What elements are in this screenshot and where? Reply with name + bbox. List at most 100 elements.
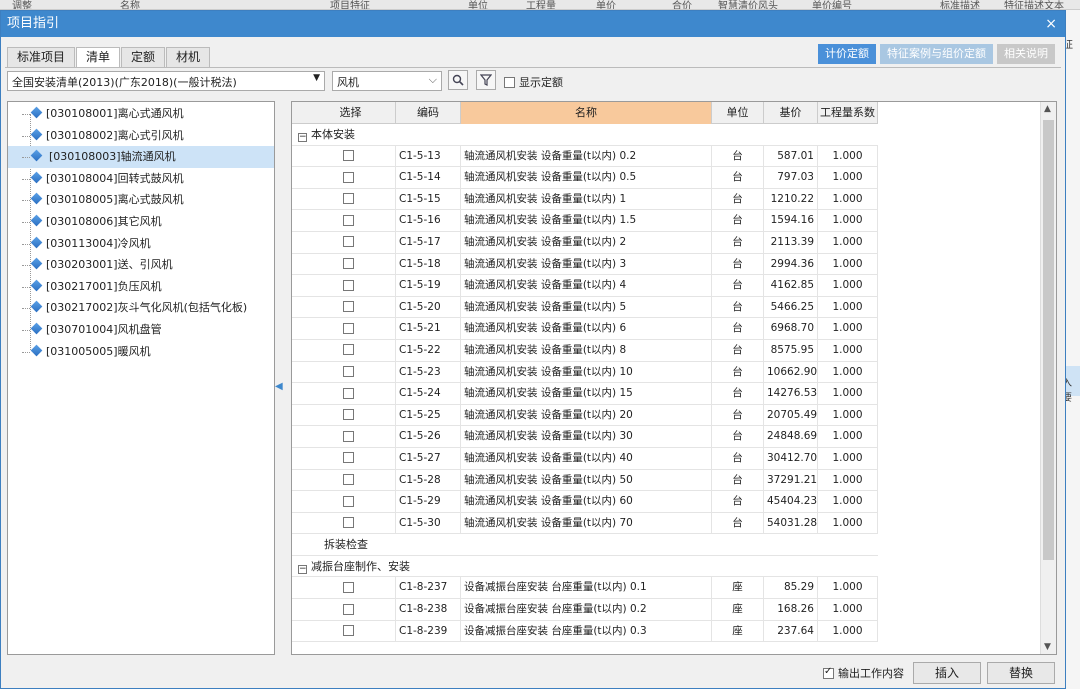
scroll-down-icon[interactable]: ▼ (1044, 642, 1051, 652)
row-checkbox[interactable] (343, 214, 354, 226)
grid-header-code[interactable]: 编码 (396, 102, 461, 124)
tree-item[interactable]: [030108002]离心式引风机 (8, 125, 274, 147)
show-quota-label: 显示定额 (519, 76, 563, 89)
row-spacer (292, 491, 306, 512)
grid-header-unit[interactable]: 单位 (712, 102, 764, 124)
row-checkbox[interactable] (343, 193, 354, 205)
grid-row[interactable]: C1-5-13 轴流通风机安装 设备重量(t以内) 0.2 台 587.01 1.000 (292, 145, 878, 168)
grid-header-select[interactable]: 选择 (306, 102, 396, 124)
tab-bill[interactable]: 清单 (76, 47, 121, 68)
row-checkbox[interactable] (343, 409, 354, 421)
grid-row[interactable]: C1-5-26 轴流通风机安装 设备重量(t以内) 30 台 24848.69 1.00… (292, 426, 878, 448)
row-checkbox[interactable] (343, 387, 354, 399)
pricing-quota-button[interactable]: 计价定额 (818, 44, 876, 64)
row-checkbox[interactable] (343, 258, 354, 270)
scroll-up-icon[interactable]: ▲ (1044, 104, 1051, 114)
library-select-value: 全国安装清单(2013)(广东2018)(一般计税法) (12, 76, 237, 89)
checkbox-box[interactable] (823, 666, 834, 679)
grid-row[interactable]: C1-5-29 轴流通风机安装 设备重量(t以内) 60 台 45404.23 1.00… (292, 491, 878, 513)
checkbox-box[interactable] (504, 76, 515, 88)
row-code: C1-5-22 (396, 339, 461, 361)
row-checkbox[interactable] (343, 236, 354, 248)
row-checkbox[interactable] (343, 452, 354, 464)
grid-header-name[interactable]: 名称 (461, 102, 712, 124)
grid-row[interactable]: C1-5-17 轴流通风机安装 设备重量(t以内) 2 台 2113.39 1.000 (292, 231, 878, 254)
tree-item[interactable]: [030113004]冷风机 (8, 233, 274, 255)
row-checkbox[interactable] (343, 581, 354, 593)
row-checkbox[interactable] (343, 171, 354, 183)
tab-quota[interactable]: 定额 (121, 47, 166, 67)
row-select-cell (306, 447, 396, 469)
library-select[interactable]: 全国安装清单(2013)(广东2018)(一般计税法) ▼ (7, 71, 325, 91)
grid-row[interactable]: C1-5-23 轴流通风机安装 设备重量(t以内) 10 台 10662.90 1.00… (292, 361, 878, 384)
grid-group-row[interactable]: − 本体安装 (292, 124, 878, 146)
tree-item[interactable]: [030217002]灰斗气化风机(包括气化板) (8, 297, 274, 319)
grid-row[interactable]: C1-8-237 设备减振台座安装 台座重量(t以内) 0.1 座 85.29 1.00… (292, 577, 878, 600)
grid-row[interactable]: C1-8-239 设备减振台座安装 台座重量(t以内) 0.3 座 237.64 1.0… (292, 620, 878, 643)
tree-item[interactable]: [030108005]离心式鼓风机 (8, 189, 274, 211)
close-icon[interactable]: × (1045, 11, 1057, 37)
row-checkbox[interactable] (343, 279, 354, 291)
tree-item[interactable]: [030108004]回转式鼓风机 (8, 168, 274, 190)
grid-row[interactable]: C1-5-25 轴流通风机安装 设备重量(t以内) 20 台 20705.49 1.00… (292, 404, 878, 427)
collapse-left-icon[interactable]: ◀ (275, 381, 283, 392)
row-select-cell (306, 318, 396, 340)
grid-group-row[interactable]: 拆装检查 (292, 534, 878, 556)
feature-case-button[interactable]: 特征案例与组价定额 (880, 44, 993, 64)
related-notes-button[interactable]: 相关说明 (997, 44, 1055, 64)
row-checkbox[interactable] (343, 517, 354, 529)
grid-row[interactable]: C1-5-21 轴流通风机安装 设备重量(t以内) 6 台 6968.70 1.000 (292, 318, 878, 340)
tab-material[interactable]: 材机 (166, 47, 211, 67)
grid-row[interactable]: C1-5-20 轴流通风机安装 设备重量(t以内) 5 台 5466.25 1.000 (292, 296, 878, 319)
row-checkbox[interactable] (343, 366, 354, 378)
row-checkbox[interactable] (343, 301, 354, 313)
tree-item[interactable]: [030108003]轴流通风机 (8, 146, 274, 168)
grid-row[interactable]: C1-5-22 轴流通风机安装 设备重量(t以内) 8 台 8575.95 1.000 (292, 339, 878, 362)
keyword-select[interactable]: 风机 ⌵ (332, 71, 442, 91)
grid-row[interactable]: C1-5-15 轴流通风机安装 设备重量(t以内) 1 台 1210.22 1.000 (292, 188, 878, 211)
tree-item[interactable]: [030108006]其它风机 (8, 211, 274, 233)
grid-row[interactable]: C1-5-19 轴流通风机安装 设备重量(t以内) 4 台 4162.85 1.000 (292, 275, 878, 297)
grid-header-price[interactable]: 基价 (764, 102, 818, 124)
row-name: 轴流通风机安装 设备重量(t以内) 2 (461, 231, 712, 253)
grid-row[interactable]: C1-5-16 轴流通风机安装 设备重量(t以内) 1.5 台 1594.16 1.00… (292, 210, 878, 232)
tree-item[interactable]: [030203001]送、引风机 (8, 254, 274, 276)
row-checkbox[interactable] (343, 150, 354, 162)
scrollbar-thumb[interactable] (1043, 120, 1054, 560)
show-quota-checkbox[interactable]: 显示定额 (504, 74, 563, 90)
grid-group-row[interactable]: − 减振台座制作、安装 (292, 556, 878, 578)
tree-item[interactable]: [031005005]暖风机 (8, 341, 274, 363)
collapse-toggle-icon[interactable]: − (298, 133, 307, 142)
grid-row[interactable]: C1-5-14 轴流通风机安装 设备重量(t以内) 0.5 台 797.03 1.000 (292, 167, 878, 189)
insert-button[interactable]: 插入 (913, 662, 981, 684)
replace-button[interactable]: 替换 (987, 662, 1055, 684)
row-unit: 台 (712, 383, 764, 405)
row-checkbox[interactable] (343, 474, 354, 485)
grid-row[interactable]: C1-5-27 轴流通风机安装 设备重量(t以内) 40 台 30412.70 1.00… (292, 447, 878, 470)
grid-row[interactable]: C1-5-30 轴流通风机安装 设备重量(t以内) 70 台 54031.28 1.00… (292, 512, 878, 535)
collapse-toggle-icon[interactable]: − (298, 564, 307, 574)
filter-button[interactable] (476, 70, 496, 90)
tree-item[interactable]: [030701004]风机盘管 (8, 319, 274, 341)
row-spacer (292, 297, 306, 318)
row-select-cell (306, 296, 396, 318)
tree-item[interactable]: [030217001]负压风机 (8, 276, 274, 298)
row-checkbox[interactable] (343, 495, 354, 507)
row-checkbox[interactable] (343, 322, 354, 334)
grid-row[interactable]: C1-5-28 轴流通风机安装 设备重量(t以内) 50 台 37291.21 1.00… (292, 469, 878, 492)
row-checkbox[interactable] (343, 603, 354, 615)
grid-header-coef[interactable]: 工程量系数 (818, 102, 878, 124)
grid-row[interactable]: C1-5-18 轴流通风机安装 设备重量(t以内) 3 台 2994.36 1.000 (292, 253, 878, 276)
output-work-checkbox[interactable]: 输出工作内容 (823, 665, 904, 681)
search-button[interactable] (448, 70, 468, 90)
tree-connector (22, 221, 30, 223)
grid-row[interactable]: C1-5-24 轴流通风机安装 设备重量(t以内) 15 台 14276.53 1.00… (292, 383, 878, 405)
grid-row[interactable]: C1-8-238 设备减振台座安装 台座重量(t以内) 0.2 座 168.26 1.0… (292, 599, 878, 621)
row-checkbox[interactable] (343, 430, 354, 442)
row-name: 轴流通风机安装 设备重量(t以内) 5 (461, 296, 712, 318)
row-checkbox[interactable] (343, 625, 354, 637)
tree-item[interactable]: [030108001]离心式通风机 (8, 103, 274, 125)
row-checkbox[interactable] (343, 344, 354, 356)
vertical-scrollbar[interactable]: ▲ ▼ (1040, 102, 1056, 654)
tab-standard-project[interactable]: 标准项目 (7, 47, 76, 67)
